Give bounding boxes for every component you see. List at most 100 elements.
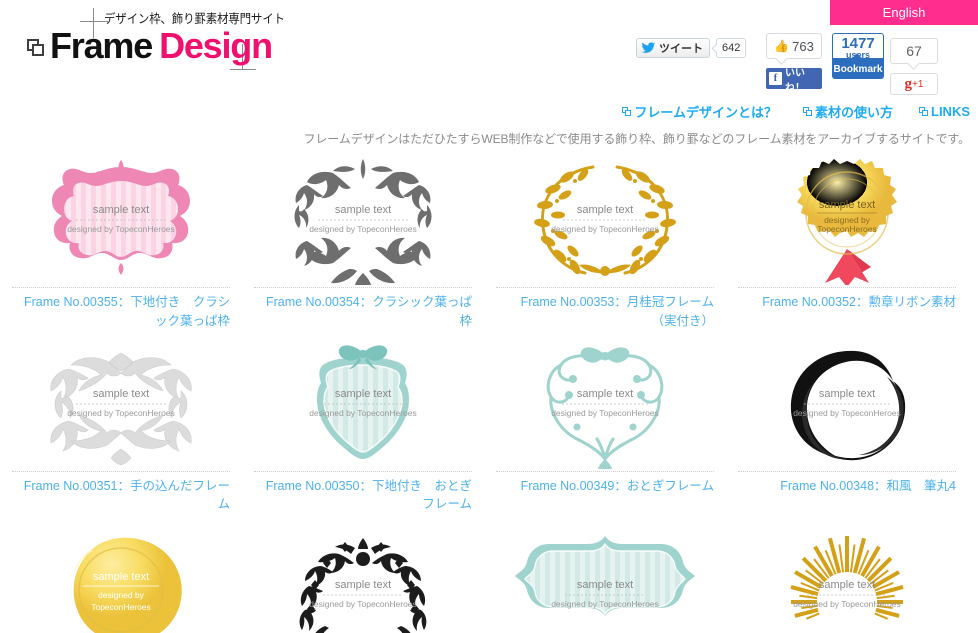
frame-card[interactable]: sample text designed by TopeconHeroes Fr… — [488, 339, 722, 515]
frame-card[interactable]: sample text designed by TopeconHeroes Fr… — [246, 339, 480, 515]
frame-squares-icon — [27, 39, 47, 59]
svg-text:sample text: sample text — [577, 388, 633, 400]
frame-thumbnail[interactable]: sample text designed by TopeconHeroes — [4, 522, 238, 633]
frame-caption[interactable]: Frame No.00350：下地付き おとぎフレーム — [254, 470, 472, 515]
thumbs-up-icon: 👍 — [774, 39, 790, 53]
frame-caption[interactable]: Frame No.00354：クラシック葉っぱ枠 — [254, 287, 472, 331]
frame-thumbnail[interactable]: sample text designed by TopeconHeroes — [246, 522, 480, 633]
frame-card[interactable]: sample text designed by TopeconHeroes Fr… — [730, 339, 964, 515]
tweet-count[interactable]: 642 — [716, 38, 747, 58]
frame-thumbnail[interactable]: sample text designed by TopeconHeroes — [246, 339, 480, 469]
frame-thumbnail[interactable]: sample text designed by TopeconHeroes — [4, 339, 238, 469]
frame-caption[interactable]: Frame No.00355：下地付き クラシック葉っぱ枠 — [12, 287, 230, 331]
frame-card[interactable]: sample text designed by TopeconHeroes — [4, 522, 238, 633]
frame-thumbnail[interactable]: sample text designed by TopeconHeroes — [4, 155, 238, 285]
frame-grid: sample text designed by TopeconHeroes Fr… — [0, 147, 978, 633]
nav-item-about[interactable]: フレームデザインとは？ — [622, 102, 777, 121]
frame-thumbnail[interactable]: sample text designed by TopeconHeroes — [246, 155, 480, 285]
gray-classic-frame-image: sample text designed by TopeconHeroes — [294, 159, 432, 285]
frame-card[interactable]: sample text designed by TopeconHeroes Fr… — [488, 155, 722, 331]
svg-text:designed by TopeconHeroes: designed by TopeconHeroes — [309, 224, 417, 234]
gold-rays-frame-image: sample text designed by TopeconHeroes — [790, 536, 904, 620]
googleplus-plusone-button[interactable]: g +1 — [890, 73, 938, 95]
frame-card[interactable]: sample text designed by TopeconHeroes — [730, 522, 964, 633]
hatena-bookmark-widget[interactable]: 1477 users Bookmark — [832, 33, 884, 79]
frame-card[interactable]: sample text designed by TopeconHeroes — [488, 522, 722, 633]
facebook-share-widget[interactable]: 👍 763 f いいね！ — [766, 33, 822, 94]
googleplus-count-bubble[interactable]: 67 — [890, 38, 938, 64]
svg-text:sample text: sample text — [819, 199, 875, 211]
frame-thumbnail[interactable]: sample text designed by TopeconHeroes — [488, 522, 722, 633]
svg-text:sample text: sample text — [93, 204, 149, 216]
black-damask-frame-image: sample text designed by TopeconHeroes — [299, 538, 427, 633]
googleplus-share-widget[interactable]: 67 g +1 — [890, 38, 938, 95]
frame-caption[interactable]: Frame No.00353：月桂冠フレーム（実付き） — [496, 287, 714, 331]
frame-caption[interactable]: Frame No.00348：和風 筆丸4 — [738, 470, 956, 496]
frame-thumbnail[interactable]: sample text designed by TopeconHeroes — [488, 155, 722, 285]
facebook-f-icon: f — [769, 72, 782, 85]
crop-mark-bottom-horizontal — [230, 69, 256, 70]
frame-glyph-icon — [622, 106, 632, 117]
frame-card[interactable]: sample text designed by TopeconHeroes — [246, 522, 480, 633]
facebook-like-count-bubble[interactable]: 👍 763 — [766, 33, 822, 59]
frame-caption[interactable]: Frame No.00351：手の込んだフレーム — [12, 470, 230, 515]
logo-word-frame: Frame — [50, 25, 153, 66]
brush-circle-frame-image: sample text designed by TopeconHeroes — [790, 350, 906, 460]
mint-outline-frame-image: sample text designed by TopeconHeroes — [546, 346, 664, 469]
pink-classic-frame-image: sample text designed by TopeconHeroes — [52, 160, 190, 275]
nav-item-links[interactable]: LINKS — [919, 104, 970, 119]
frame-card[interactable]: sample text designed by TopeconHeroes Fr… — [246, 155, 480, 331]
frame-card[interactable]: sample text designed by TopeconHeroes Fr… — [730, 155, 964, 331]
frame-glyph-icon — [919, 106, 929, 117]
svg-text:designed by TopeconHeroes: designed by TopeconHeroes — [551, 224, 659, 234]
logo-word-design: Design — [159, 25, 273, 66]
tweet-button-label: ツイート — [659, 43, 703, 55]
facebook-like-button[interactable]: f いいね！ — [766, 68, 822, 94]
svg-text:sample text: sample text — [819, 388, 875, 400]
site-logo[interactable]: デザイン枠、飾り罫素材専門サイト Frame Design — [22, 6, 285, 76]
svg-text:designed by TopeconHeroes: designed by TopeconHeroes — [551, 599, 659, 609]
svg-text:designed by TopeconHeroes: designed by TopeconHeroes — [793, 599, 901, 609]
nav-item-links-label: LINKS — [931, 104, 970, 119]
svg-text:sample text: sample text — [335, 388, 391, 400]
svg-text:designed by: designed by — [98, 590, 145, 600]
svg-text:designed by TopeconHeroes: designed by TopeconHeroes — [67, 224, 175, 234]
svg-text:designed by TopeconHeroes: designed by TopeconHeroes — [793, 408, 901, 418]
frame-card[interactable]: sample text designed by TopeconHeroes Fr… — [4, 155, 238, 331]
silver-ornate-frame-image: sample text designed by TopeconHeroes — [50, 352, 192, 465]
frame-thumbnail[interactable]: sample text designed by TopeconHeroes — [488, 339, 722, 469]
twitter-bird-icon — [641, 41, 656, 53]
hatena-bookmark-button[interactable]: Bookmark — [832, 59, 884, 79]
svg-text:TopeconHeroes: TopeconHeroes — [817, 224, 877, 234]
frame-thumbnail[interactable]: sample text designed by TopeconHeroes — [730, 155, 964, 285]
logo-wordmark: Frame Design — [50, 25, 273, 66]
frame-thumbnail[interactable]: sample text designed by TopeconHeroes — [730, 339, 964, 469]
wax-seal-frame-image: sample text designed by TopeconHeroes — [73, 537, 182, 633]
svg-text:designed by TopeconHeroes: designed by TopeconHeroes — [309, 408, 417, 418]
hatena-bookmark-count: 1477 — [841, 35, 875, 52]
googleplus-g-icon: g — [904, 75, 913, 92]
svg-text:sample text: sample text — [93, 388, 149, 400]
frame-caption[interactable]: Frame No.00352：勲章リボン素材 — [738, 287, 956, 312]
english-language-button[interactable]: English — [830, 0, 978, 25]
svg-text:designed by TopeconHeroes: designed by TopeconHeroes — [67, 408, 175, 418]
svg-text:sample text: sample text — [577, 204, 633, 216]
frame-caption[interactable]: Frame No.00349：おとぎフレーム — [496, 470, 714, 496]
frame-thumbnail[interactable]: sample text designed by TopeconHeroes — [730, 522, 964, 633]
gold-medal-ribbon-image: sample text designed by TopeconHeroes — [797, 159, 897, 285]
nav-item-about-label: フレームデザインとは？ — [634, 105, 777, 120]
svg-text:designed by TopeconHeroes: designed by TopeconHeroes — [551, 408, 659, 418]
main-navigation: フレームデザインとは？ 素材の使い方 LINKS — [0, 100, 978, 126]
frame-card[interactable]: sample text designed by TopeconHeroes Fr… — [4, 339, 238, 515]
gold-laurel-frame-image: sample text designed by TopeconHeroes — [534, 165, 676, 276]
twitter-share-widget[interactable]: ツイート 642 — [636, 38, 747, 60]
svg-text:designed by TopeconHeroes: designed by TopeconHeroes — [309, 599, 417, 609]
site-description: フレームデザインはただひたすらWEB制作などで使用する飾り枠、飾り罫などのフレー… — [303, 132, 970, 146]
tweet-button[interactable]: ツイート — [636, 38, 710, 58]
nav-item-usage-label: 素材の使い方 — [814, 105, 893, 120]
svg-text:sample text: sample text — [577, 579, 633, 591]
googleplus-plusone-label: +1 — [912, 78, 924, 90]
svg-text:sample text: sample text — [93, 571, 149, 583]
nav-item-usage[interactable]: 素材の使い方 — [802, 102, 893, 121]
facebook-like-label: いいね！ — [785, 67, 805, 94]
